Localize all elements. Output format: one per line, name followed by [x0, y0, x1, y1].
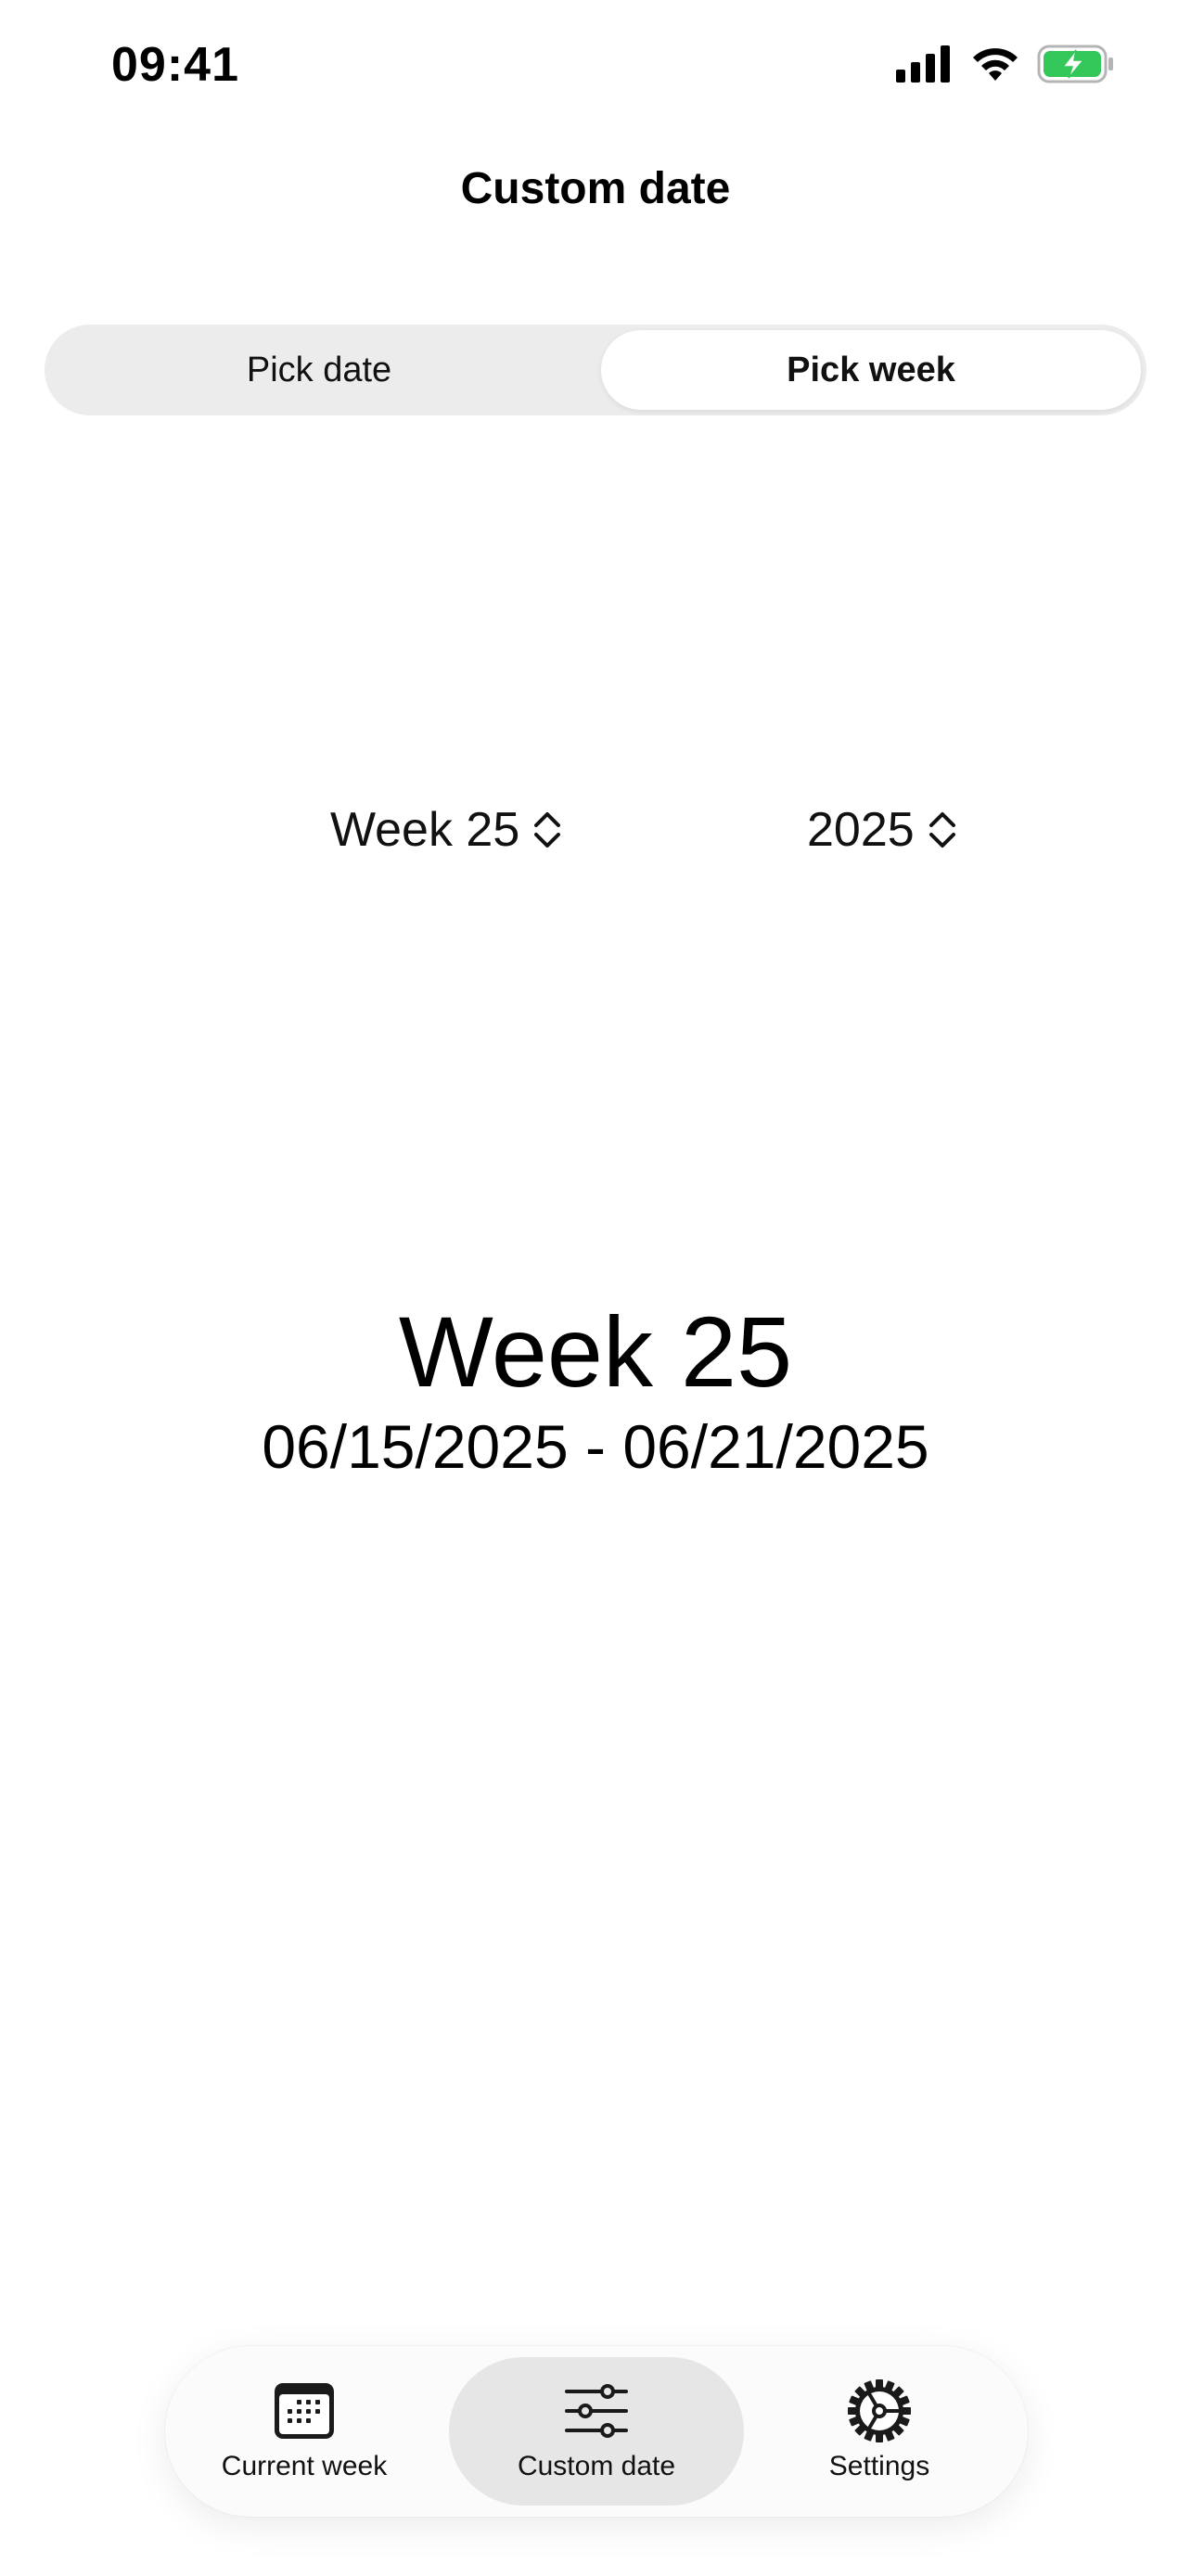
chevron-up-down-icon [928, 810, 957, 850]
status-bar: 09:41 [0, 0, 1191, 139]
year-picker-value: 2025 [807, 803, 915, 857]
battery-charging-icon [1037, 45, 1115, 88]
tab-current-week-label: Current week [221, 2451, 388, 2481]
segment-pick-date[interactable]: Pick date [50, 330, 588, 410]
calendar-icon [273, 2380, 336, 2442]
tab-settings-label: Settings [828, 2451, 930, 2481]
segment-pick-week[interactable]: Pick week [601, 330, 1141, 410]
wifi-icon [970, 45, 1020, 87]
week-picker-value: Week 25 [330, 803, 520, 857]
mode-segmented-control: Pick date Pick week [45, 325, 1146, 415]
tab-custom-date-label: Custom date [517, 2451, 676, 2481]
sliders-icon [563, 2380, 630, 2442]
selected-week-date-range: 06/15/2025 - 06/21/2025 [262, 1412, 929, 1481]
tab-settings[interactable]: Settings [768, 2357, 991, 2506]
status-icons [896, 45, 1115, 88]
gear-icon [846, 2379, 913, 2442]
page-title: Custom date [460, 164, 731, 213]
tab-custom-date[interactable]: Custom date [449, 2357, 744, 2506]
chevron-up-down-icon [532, 810, 562, 850]
week-picker[interactable]: Week 25 [330, 799, 562, 861]
tab-current-week[interactable]: Current week [202, 2357, 406, 2506]
tab-bar: Current week Custom date Settings [165, 2346, 1028, 2517]
year-picker[interactable]: 2025 [807, 799, 957, 861]
selected-week-label: Week 25 [398, 1295, 793, 1408]
status-time: 09:41 [111, 38, 239, 92]
cellular-signal-icon [896, 45, 954, 87]
